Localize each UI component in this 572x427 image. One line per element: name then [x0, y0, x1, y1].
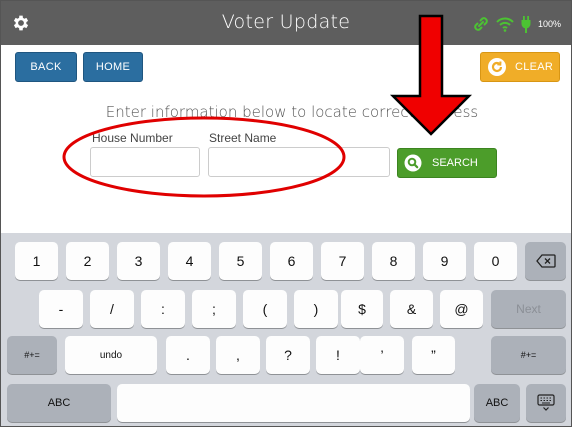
- back-button[interactable]: BACK: [15, 52, 77, 82]
- key-4[interactable]: 4: [168, 242, 211, 280]
- key-3[interactable]: 3: [117, 242, 160, 280]
- key-6[interactable]: 6: [270, 242, 313, 280]
- key-quote[interactable]: ”: [412, 336, 455, 374]
- refresh-icon: [488, 58, 506, 76]
- key-comma[interactable]: ,: [216, 336, 260, 374]
- app-screen: Voter Update 100% BACK HOME CLEAR Enter …: [0, 0, 572, 427]
- street-name-label: Street Name: [209, 131, 277, 145]
- keyboard-dismiss-icon: [537, 394, 555, 411]
- street-name-input[interactable]: [208, 147, 390, 177]
- home-button[interactable]: HOME: [83, 52, 143, 82]
- key-close-paren[interactable]: ): [294, 290, 338, 328]
- key-colon[interactable]: :: [141, 290, 185, 328]
- symbols-key-right[interactable]: #+=: [491, 336, 566, 374]
- symbols-key-left[interactable]: #+=: [7, 336, 57, 374]
- abc-key-right[interactable]: ABC: [474, 384, 520, 422]
- key-9[interactable]: 9: [423, 242, 466, 280]
- power-plug-icon: [521, 16, 531, 33]
- house-number-input[interactable]: [90, 147, 200, 177]
- key-8[interactable]: 8: [372, 242, 415, 280]
- search-icon: [404, 154, 422, 172]
- key-0[interactable]: 0: [474, 242, 517, 280]
- key-hyphen[interactable]: -: [39, 290, 83, 328]
- clear-button[interactable]: CLEAR: [480, 52, 560, 82]
- house-number-label: House Number: [92, 131, 173, 145]
- backspace-key[interactable]: [525, 242, 566, 280]
- clear-button-label: CLEAR: [515, 61, 554, 73]
- key-2[interactable]: 2: [66, 242, 109, 280]
- key-semicolon[interactable]: ;: [192, 290, 236, 328]
- key-exclamation[interactable]: !: [316, 336, 360, 374]
- key-apostrophe[interactable]: ’: [360, 336, 404, 374]
- next-key[interactable]: Next: [491, 290, 566, 328]
- hide-keyboard-key[interactable]: [526, 384, 566, 422]
- search-button[interactable]: SEARCH: [397, 148, 497, 178]
- key-1[interactable]: 1: [15, 242, 58, 280]
- key-7[interactable]: 7: [321, 242, 364, 280]
- status-indicators: 100%: [472, 15, 561, 33]
- abc-key-left[interactable]: ABC: [7, 384, 111, 422]
- key-dollar[interactable]: $: [341, 290, 383, 328]
- search-button-label: SEARCH: [432, 157, 478, 169]
- key-5[interactable]: 5: [219, 242, 262, 280]
- battery-percentage: 100%: [537, 19, 561, 29]
- backspace-icon: [535, 254, 556, 268]
- wifi-icon: [496, 17, 514, 32]
- on-screen-keyboard: 1 2 3 4 5 6 7 8 9 0 - / : ; ( ) $ & @ Ne…: [1, 233, 571, 426]
- link-icon: [474, 17, 488, 31]
- title-bar: Voter Update 100%: [1, 1, 571, 45]
- undo-key[interactable]: undo: [65, 336, 157, 374]
- key-ampersand[interactable]: &: [390, 290, 433, 328]
- key-question[interactable]: ?: [266, 336, 310, 374]
- key-period[interactable]: .: [166, 336, 210, 374]
- space-bar[interactable]: [117, 384, 470, 422]
- key-open-paren[interactable]: (: [243, 290, 287, 328]
- instruction-text: Enter information below to locate correc…: [105, 103, 479, 121]
- key-slash[interactable]: /: [90, 290, 134, 328]
- key-at[interactable]: @: [440, 290, 483, 328]
